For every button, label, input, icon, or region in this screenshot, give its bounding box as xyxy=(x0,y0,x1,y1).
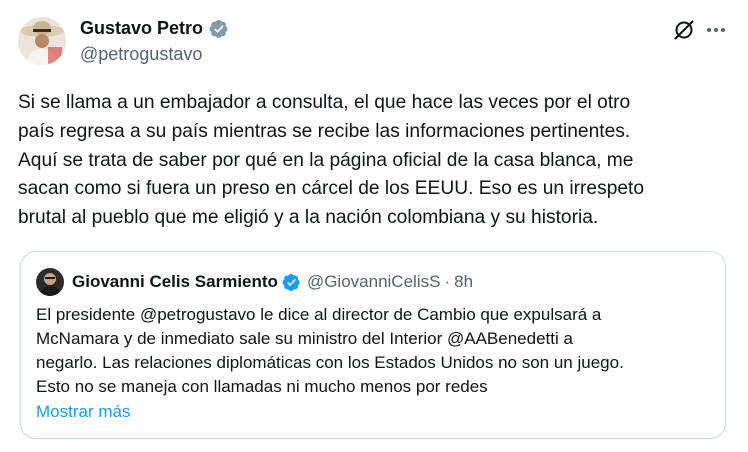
tweet-text-line: Aquí se trata de saber por qué en la pág… xyxy=(18,149,634,171)
verified-badge-icon xyxy=(282,273,300,291)
author-name[interactable]: Gustavo Petro xyxy=(80,18,203,39)
tweet-text-line: brutal al pueblo que me eligió y a la na… xyxy=(18,207,599,229)
show-more-link[interactable]: Mostrar más xyxy=(36,402,130,422)
quoted-text-line: El presidente @petrogustavo le dice al d… xyxy=(36,305,602,324)
quoted-tweet[interactable]: Giovanni Celis Sarmiento @GiovanniCelisS… xyxy=(20,251,726,439)
author-handle[interactable]: @petrogustavo xyxy=(80,44,202,65)
tweet-text-line: país regresa a su país mientras se recib… xyxy=(18,120,631,142)
quoted-text-line: negarlo. Las relaciones diplomáticas con… xyxy=(36,353,624,372)
quoted-author-handle: @GiovanniCelisS xyxy=(306,272,441,291)
quoted-text-line: Esto no se maneja con llamadas ni mucho … xyxy=(36,377,488,396)
author-avatar[interactable] xyxy=(18,17,66,65)
tweet: Gustavo Petro @petrogustavo Si se llama … xyxy=(0,0,748,452)
author-name-row: Gustavo Petro xyxy=(80,18,229,39)
verified-badge-icon xyxy=(209,19,228,38)
grok-icon[interactable] xyxy=(672,18,696,42)
quoted-text-line: McNamara y de inmediato sale su ministro… xyxy=(36,329,573,348)
quoted-author-avatar xyxy=(36,268,64,296)
separator-dot: · xyxy=(444,272,451,291)
quoted-tweet-text: El presidente @petrogustavo le dice al d… xyxy=(36,303,716,399)
more-options-icon[interactable] xyxy=(703,18,729,42)
tweet-text-line: sacan como si fuera un preso en cárcel d… xyxy=(18,178,645,200)
quoted-author-name: Giovanni Celis Sarmiento xyxy=(72,272,278,291)
quoted-tweet-time: 8h xyxy=(454,272,474,291)
tweet-text: Si se llama a un embajador a consulta, e… xyxy=(18,89,734,233)
quoted-tweet-header: Giovanni Celis Sarmiento @GiovanniCelisS… xyxy=(36,268,474,296)
tweet-text-line: Si se llama a un embajador a consulta, e… xyxy=(18,92,631,113)
